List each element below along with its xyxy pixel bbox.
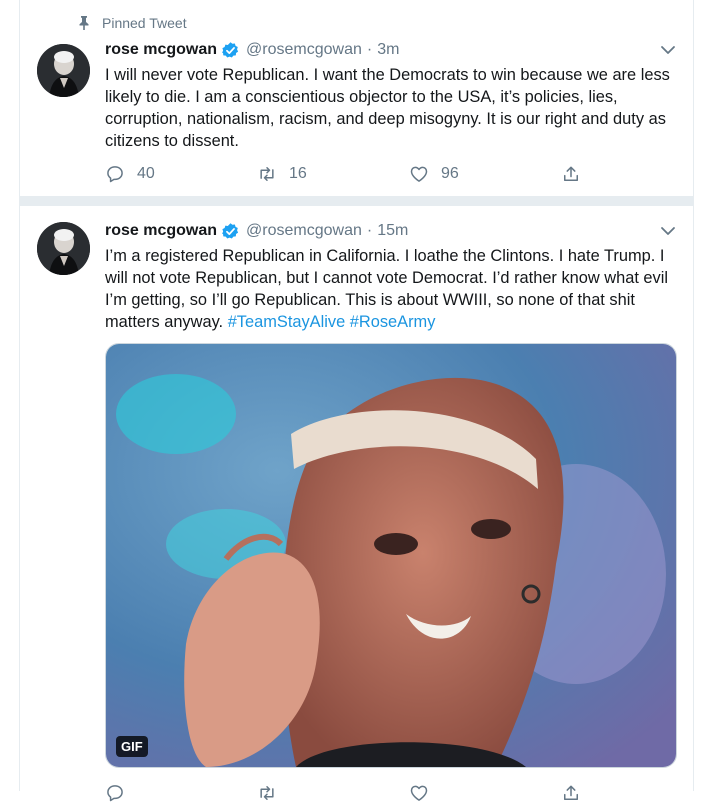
gif-image [106, 344, 676, 767]
timestamp[interactable]: 3m [377, 41, 399, 59]
retweet-icon [260, 167, 274, 181]
handle[interactable]: @rosemcgowan [246, 41, 362, 59]
retweet-button[interactable]: 16 [257, 164, 409, 184]
like-icon [410, 785, 428, 801]
timestamp[interactable]: 15m [377, 222, 408, 240]
pin-icon [79, 16, 89, 30]
tweet[interactable]: rose mcgowan @rosemcgowan · 15m I’m a re… [20, 206, 693, 802]
reply-button[interactable] [105, 783, 257, 803]
verified-badge-icon [222, 222, 239, 239]
timeline: Pinned Tweet rose mcgowan @rosemcgowan ·… [19, 0, 694, 802]
share-button[interactable] [561, 164, 581, 184]
display-name[interactable]: rose mcgowan [105, 41, 217, 59]
hashtag-link[interactable]: #TeamStayAlive [228, 313, 346, 331]
share-icon [564, 785, 578, 800]
reply-icon [107, 785, 123, 802]
separator-dot: · [366, 222, 373, 239]
tweet-header: rose mcgowan @rosemcgowan · 3m [105, 39, 399, 61]
pinned-label: Pinned Tweet [102, 15, 187, 31]
hashtag-link[interactable]: #RoseArmy [350, 313, 436, 331]
retweet-icon [260, 786, 274, 800]
avatar[interactable] [37, 222, 90, 275]
tweet-header: rose mcgowan @rosemcgowan · 15m [105, 220, 408, 242]
gif-media[interactable]: GIF [105, 343, 677, 768]
tweet-separator [20, 196, 693, 206]
handle[interactable]: @rosemcgowan [246, 222, 362, 240]
reply-button[interactable]: 40 [105, 164, 257, 184]
tweet-pinned[interactable]: Pinned Tweet rose mcgowan @rosemcgowan ·… [20, 0, 693, 196]
chevron-down-icon[interactable] [660, 42, 676, 58]
avatar-image [37, 44, 90, 97]
avatar[interactable] [37, 44, 90, 97]
share-button[interactable] [561, 783, 581, 803]
reply-count: 40 [137, 165, 155, 182]
retweet-count: 16 [289, 165, 307, 182]
chevron-down-icon[interactable] [660, 223, 676, 239]
tweet-actions [105, 781, 585, 805]
display-name[interactable]: rose mcgowan [105, 222, 217, 240]
like-button[interactable]: 96 [409, 164, 561, 184]
avatar-image [37, 222, 90, 275]
retweet-button[interactable] [257, 783, 409, 803]
like-button[interactable] [409, 783, 561, 803]
separator-dot: · [366, 41, 373, 58]
pinned-indicator: Pinned Tweet [79, 14, 187, 32]
tweet-text: I will never vote Republican. I want the… [105, 64, 683, 152]
tweet-text: I’m a registered Republican in Californi… [105, 245, 683, 333]
like-count: 96 [441, 165, 459, 182]
verified-badge-icon [222, 41, 239, 58]
tweet-text-content: I will never vote Republican. I want the… [105, 66, 670, 150]
gif-badge: GIF [116, 736, 148, 757]
like-icon [410, 166, 428, 182]
share-icon [564, 166, 578, 181]
reply-icon [107, 166, 123, 183]
tweet-actions: 40 16 96 [105, 162, 585, 186]
